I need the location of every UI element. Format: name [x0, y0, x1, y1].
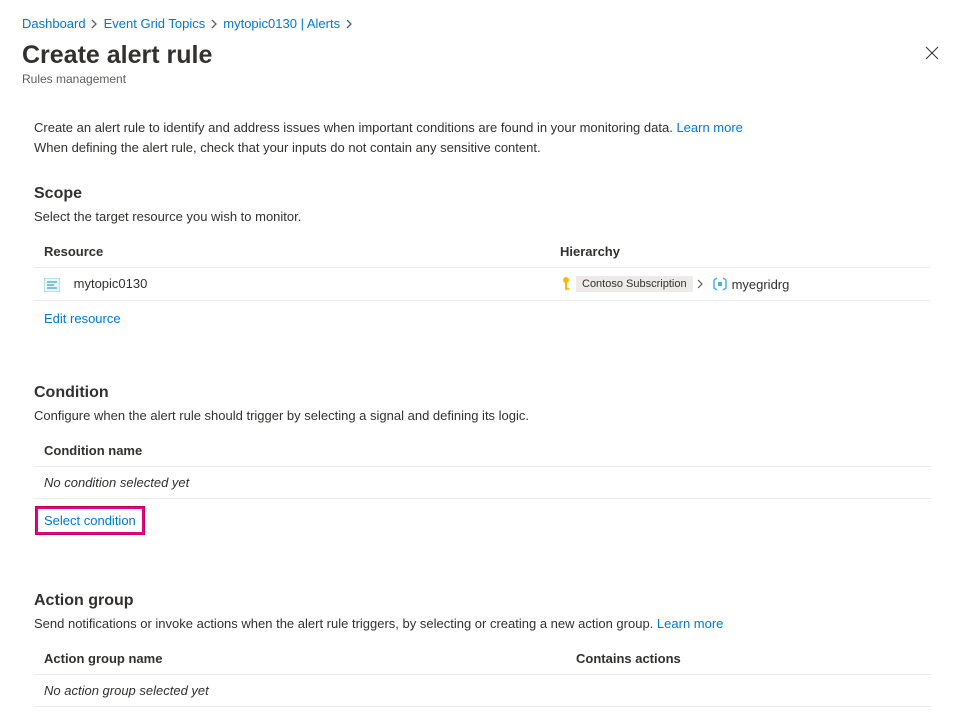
action-col-contains: Contains actions — [576, 651, 921, 666]
chevron-right-icon — [90, 19, 100, 29]
event-grid-topic-icon — [44, 278, 60, 292]
scope-resource-name: mytopic0130 — [74, 276, 148, 291]
intro-learn-more-link[interactable]: Learn more — [676, 120, 742, 135]
action-col-name: Action group name — [44, 651, 576, 666]
resource-group-name: myegridrg — [732, 277, 790, 292]
chevron-right-icon — [344, 19, 354, 29]
action-table-row: No action group selected yet — [34, 675, 931, 707]
scope-col-hierarchy: Hierarchy — [560, 244, 921, 259]
scope-description: Select the target resource you wish to m… — [34, 209, 931, 224]
action-group-description: Send notifications or invoke actions whe… — [34, 616, 931, 631]
edit-resource-link[interactable]: Edit resource — [34, 301, 131, 326]
chevron-right-icon — [697, 277, 704, 292]
page-scroll-area[interactable]: Dashboard Event Grid Topics mytopic0130 … — [0, 0, 965, 716]
scope-col-resource: Resource — [44, 244, 560, 259]
breadcrumb-topic-alerts[interactable]: mytopic0130 | Alerts — [223, 16, 340, 31]
action-desc-text: Send notifications or invoke actions whe… — [34, 616, 653, 631]
condition-table-header: Condition name — [34, 437, 931, 467]
action-placeholder: No action group selected yet — [44, 683, 209, 698]
condition-col-name: Condition name — [44, 443, 142, 458]
condition-placeholder: No condition selected yet — [44, 475, 189, 490]
breadcrumb: Dashboard Event Grid Topics mytopic0130 … — [22, 16, 943, 31]
condition-description: Configure when the alert rule should tri… — [34, 408, 931, 423]
scope-table-header: Resource Hierarchy — [34, 238, 931, 268]
action-group-heading: Action group — [34, 592, 931, 610]
action-table-header: Action group name Contains actions — [34, 645, 931, 675]
subscription-badge[interactable]: Contoso Subscription — [576, 276, 693, 292]
resource-group-icon — [712, 277, 728, 291]
scope-heading: Scope — [34, 185, 931, 203]
select-action-group-link[interactable]: Select action group — [34, 707, 165, 716]
select-condition-link[interactable]: Select condition — [44, 513, 136, 528]
close-button[interactable] — [921, 41, 943, 67]
action-learn-more-link[interactable]: Learn more — [657, 616, 723, 631]
intro-line2: When defining the alert rule, check that… — [34, 140, 541, 155]
intro-line1: Create an alert rule to identify and add… — [34, 120, 673, 135]
scope-table-row: mytopic0130 Contoso Subscription — [34, 268, 931, 301]
intro-text: Create an alert rule to identify and add… — [34, 118, 931, 157]
key-icon — [560, 276, 572, 292]
select-condition-button[interactable]: Select condition — [36, 507, 144, 534]
page-title: Create alert rule — [22, 41, 212, 70]
page-subtitle: Rules management — [22, 72, 212, 86]
close-icon — [925, 46, 939, 60]
chevron-right-icon — [209, 19, 219, 29]
condition-heading: Condition — [34, 384, 931, 402]
condition-table-row: No condition selected yet — [34, 467, 931, 499]
breadcrumb-dashboard[interactable]: Dashboard — [22, 16, 86, 31]
breadcrumb-event-grid-topics[interactable]: Event Grid Topics — [104, 16, 206, 31]
